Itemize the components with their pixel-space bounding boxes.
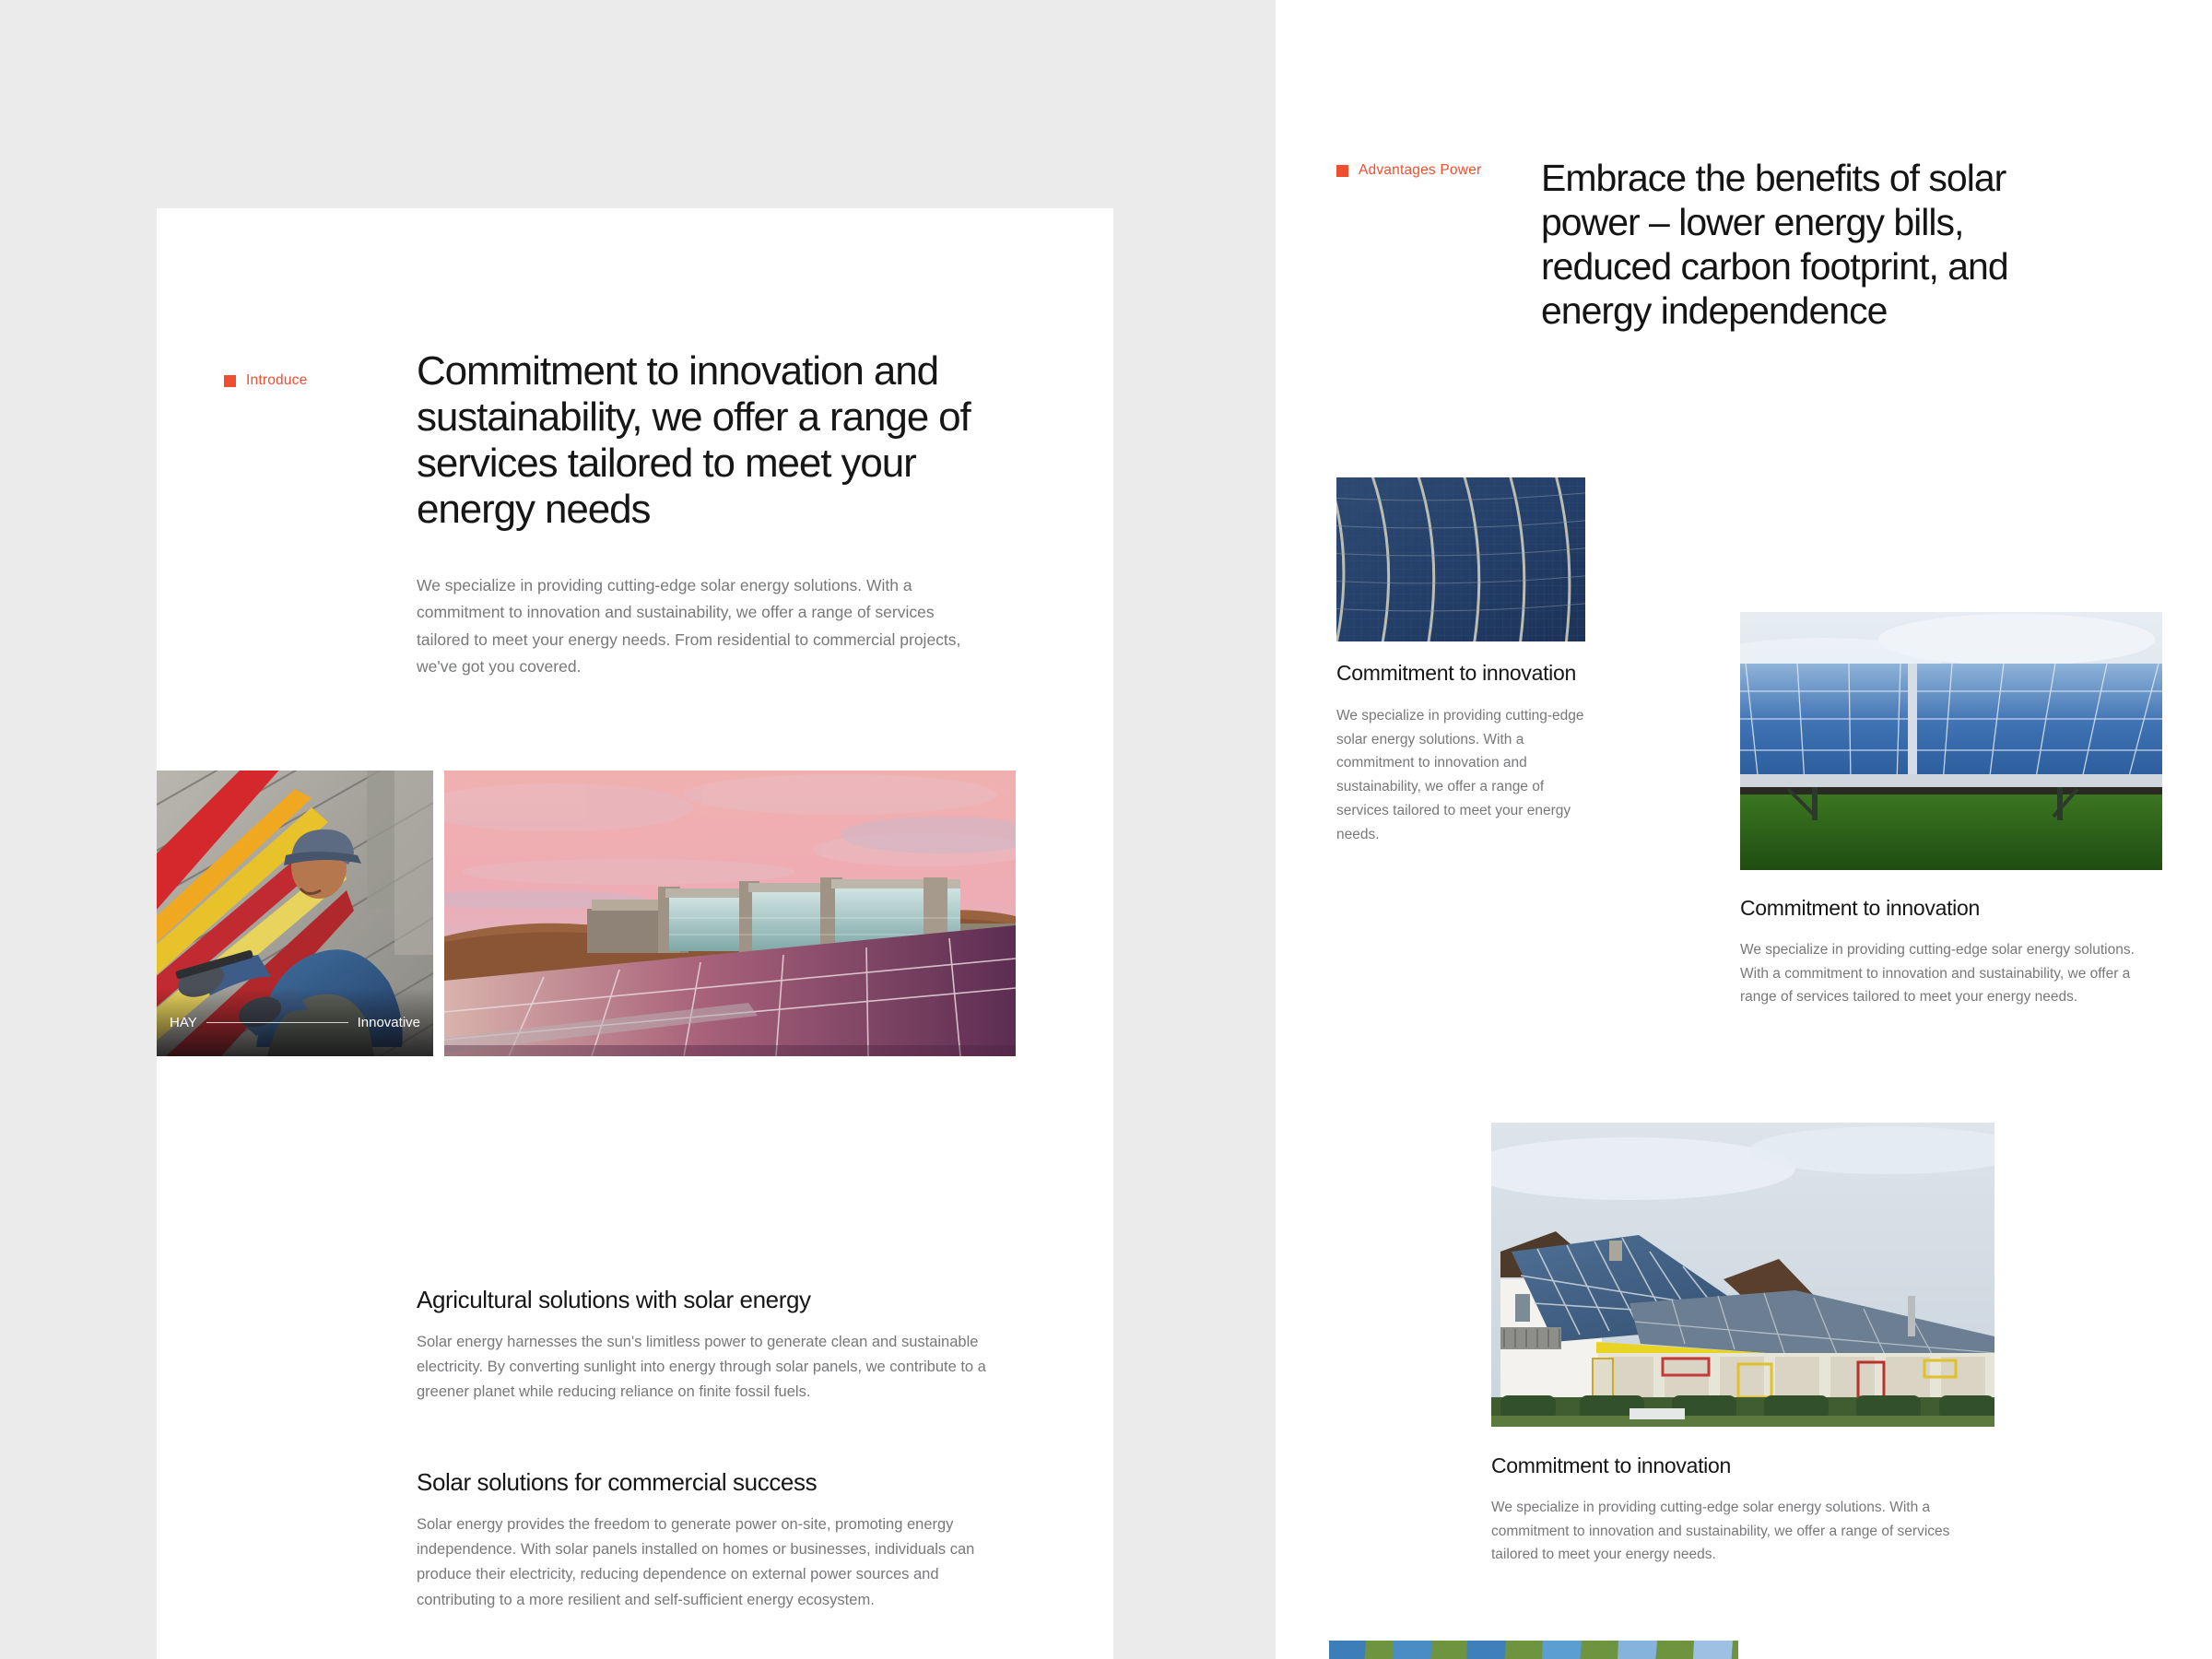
benefit-card[interactable]: Commitment to innovation We specialize i… <box>1740 612 2162 1009</box>
left-page-title: Commitment to innovation and sustainabil… <box>417 348 971 533</box>
section-agricultural-title: Agricultural solutions with solar energy <box>417 1286 811 1313</box>
benefit-card-body: We specialize in providing cutting-edge … <box>1336 708 1584 842</box>
benefit-card-partial[interactable] <box>1329 1641 1738 1659</box>
benefit-card[interactable]: Commitment to innovation We specialize i… <box>1336 477 1585 846</box>
page-root: Introduce Commitment to innovation and s… <box>0 0 2212 1659</box>
solar-house-photo[interactable] <box>1491 1123 1994 1427</box>
left-lede-paragraph: We specialize in providing cutting-edge … <box>417 576 961 677</box>
right-page-title: Embrace the benefits of solar power – lo… <box>1541 157 2009 332</box>
solar-field-partial-photo[interactable] <box>1329 1641 1738 1659</box>
benefit-card-body: We specialize in providing cutting-edge … <box>1740 942 2135 1006</box>
benefit-card-title: Commitment to innovation <box>1740 896 1980 920</box>
right-content-panel: Advantages Power Embrace the benefits of… <box>1276 0 2212 1659</box>
advantages-eyebrow: Advantages Power <box>1336 162 1481 179</box>
caption-divider-line <box>206 1021 348 1023</box>
square-marker-icon <box>224 374 236 387</box>
introduce-eyebrow: Introduce <box>224 372 307 389</box>
section-agricultural-body: Solar energy harnesses the sun's limitle… <box>417 1333 986 1401</box>
section-agricultural: Agricultural solutions with solar energy… <box>417 1285 988 1406</box>
square-marker-icon <box>1336 164 1348 177</box>
installer-photo[interactable]: HAY Innovative <box>157 771 433 1056</box>
sunset-solar-photo[interactable] <box>444 771 1016 1056</box>
section-commercial-title: Solar solutions for commercial success <box>417 1468 818 1496</box>
benefit-card-title: Commitment to innovation <box>1336 661 1576 685</box>
left-content-card: Introduce Commitment to innovation and s… <box>157 208 1113 1659</box>
installer-photo-caption: HAY Innovative <box>157 988 433 1056</box>
benefit-card-title: Commitment to innovation <box>1491 1453 1731 1477</box>
solar-house-graphic <box>1491 1123 1994 1427</box>
left-image-row: HAY Innovative <box>144 771 1121 1056</box>
benefit-card-body: We specialize in providing cutting-edge … <box>1491 1500 1950 1563</box>
section-commercial: Solar solutions for commercial success S… <box>417 1467 988 1613</box>
solar-farm-photo[interactable] <box>1740 612 2162 870</box>
sunset-solar-photo-graphic <box>444 771 1016 1056</box>
curved-solar-array-graphic <box>1336 477 1585 641</box>
curved-solar-array-photo[interactable] <box>1336 477 1585 641</box>
solar-field-partial-graphic <box>1329 1641 1738 1659</box>
introduce-eyebrow-label: Introduce <box>246 372 308 388</box>
caption-left-text: HAY <box>170 1014 197 1030</box>
section-commercial-body: Solar energy provides the freedom to gen… <box>417 1515 975 1608</box>
advantages-eyebrow-label: Advantages Power <box>1359 162 1482 178</box>
solar-farm-graphic <box>1740 612 2162 870</box>
benefit-card[interactable]: Commitment to innovation We specialize i… <box>1491 1123 1994 1567</box>
caption-right-text: Innovative <box>357 1014 420 1030</box>
